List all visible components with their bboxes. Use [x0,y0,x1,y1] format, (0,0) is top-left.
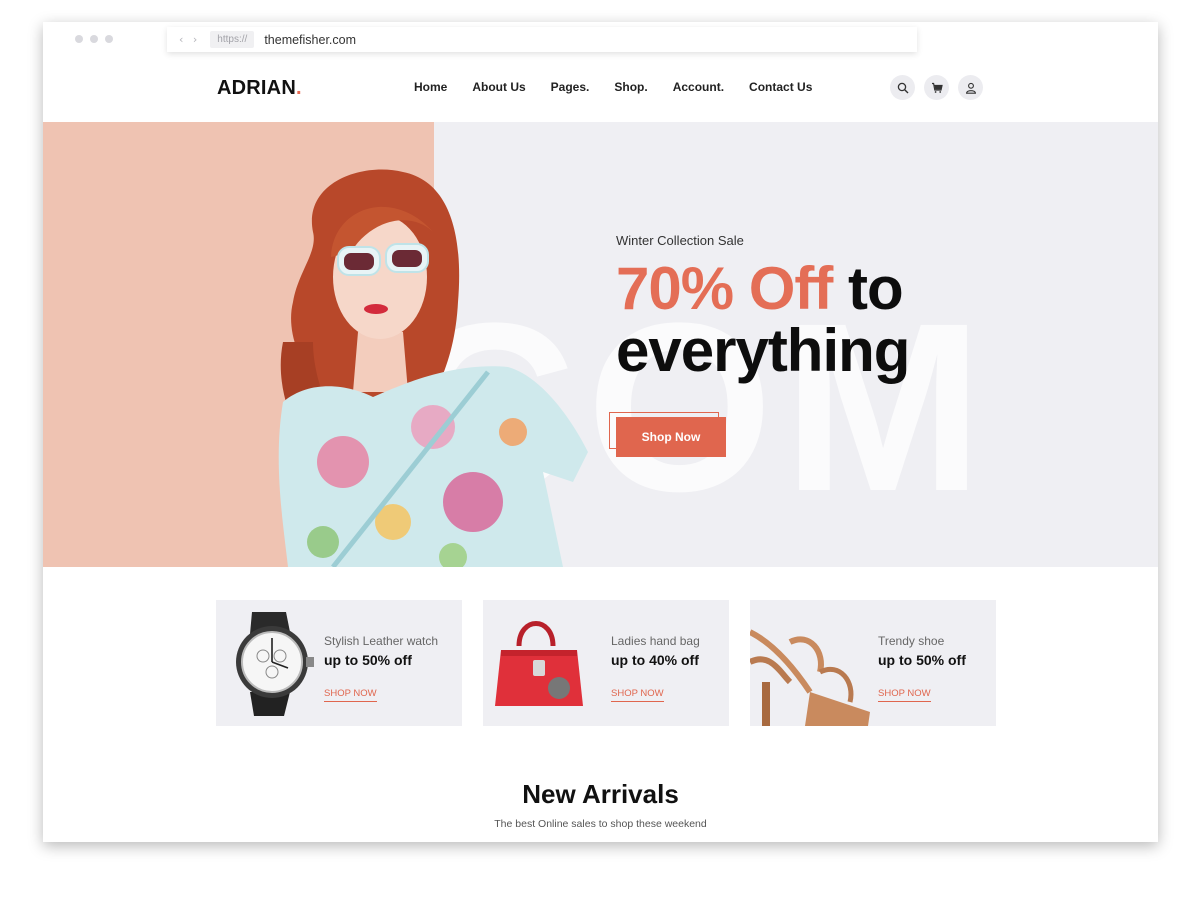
hero-copy: Winter Collection Sale 70% Off to everyt… [616,233,910,384]
site-logo[interactable]: ADRIAN. [217,77,302,100]
headline-accent: 70% Off [616,255,833,322]
product-card-watch[interactable]: Stylish Leather watch up to 50% off SHOP… [216,600,462,726]
product-card-text: Ladies hand bag up to 40% off SHOP NOW [611,634,700,702]
section-subtitle: The best Online sales to shop these week… [494,818,707,830]
search-button[interactable] [890,75,915,100]
product-name: Ladies hand bag [611,634,700,648]
model-image [278,169,588,567]
hero-banner: COM Winter Collection Sale 70% Off to ev… [43,122,1158,567]
product-card-handbag[interactable]: Ladies hand bag up to 40% off SHOP NOW [483,600,729,726]
product-offer: up to 50% off [324,652,412,668]
product-card-text: Stylish Leather watch up to 50% off SHOP… [324,634,438,702]
headline-part: everything [616,317,910,384]
browser-window: ‹ › https:// themefisher.com ADRIAN. Hom… [43,22,1158,842]
search-icon [897,82,908,93]
product-offer: up to 40% off [611,652,699,668]
nav-item-home[interactable]: Home [414,80,447,94]
url-protocol: https:// [210,31,255,48]
account-button[interactable] [958,75,983,100]
logo-text: ADRIAN [217,77,296,99]
window-dot[interactable] [75,35,83,43]
nav-item-account[interactable]: Account. [673,80,724,94]
handbag-image [495,621,583,706]
back-forward-icon[interactable]: ‹ › [179,33,200,46]
nav-item-shop[interactable]: Shop. [614,80,647,94]
address-bar[interactable]: ‹ › https:// themefisher.com [167,27,917,52]
product-card-text: Trendy shoe up to 50% off SHOP NOW [878,634,966,702]
shoe-image [750,629,870,726]
window-controls [75,35,113,43]
cart-button[interactable] [924,75,949,100]
hero-eyebrow: Winter Collection Sale [616,233,744,248]
watch-image [236,612,314,716]
shop-now-link[interactable]: SHOP NOW [878,688,931,702]
nav-item-pages[interactable]: Pages. [551,80,590,94]
nav-item-contact-us[interactable]: Contact Us [749,80,812,94]
product-name: Stylish Leather watch [324,634,439,648]
user-icon [965,82,976,94]
shop-now-link[interactable]: SHOP NOW [324,688,377,702]
hero-headline: 70% Off to everything [616,255,910,384]
window-dot[interactable] [105,35,113,43]
logo-dot: . [295,77,302,99]
cart-icon [931,82,943,93]
nav-item-about-us[interactable]: About Us [472,80,525,94]
product-card-shoe[interactable]: Trendy shoe up to 50% off SHOP NOW [750,600,996,726]
product-offer: up to 50% off [878,652,966,668]
window-dot[interactable] [90,35,98,43]
shop-now-button[interactable]: Shop Now [616,417,726,457]
header-actions [890,75,983,100]
product-name: Trendy shoe [878,634,945,648]
headline-part: to [832,255,904,322]
url-domain[interactable]: themefisher.com [264,33,356,47]
main-navigation: Home About Us Pages. Shop. Account. Cont… [414,80,812,94]
shop-now-link[interactable]: SHOP NOW [611,688,664,702]
section-title: New Arrivals [522,779,679,809]
